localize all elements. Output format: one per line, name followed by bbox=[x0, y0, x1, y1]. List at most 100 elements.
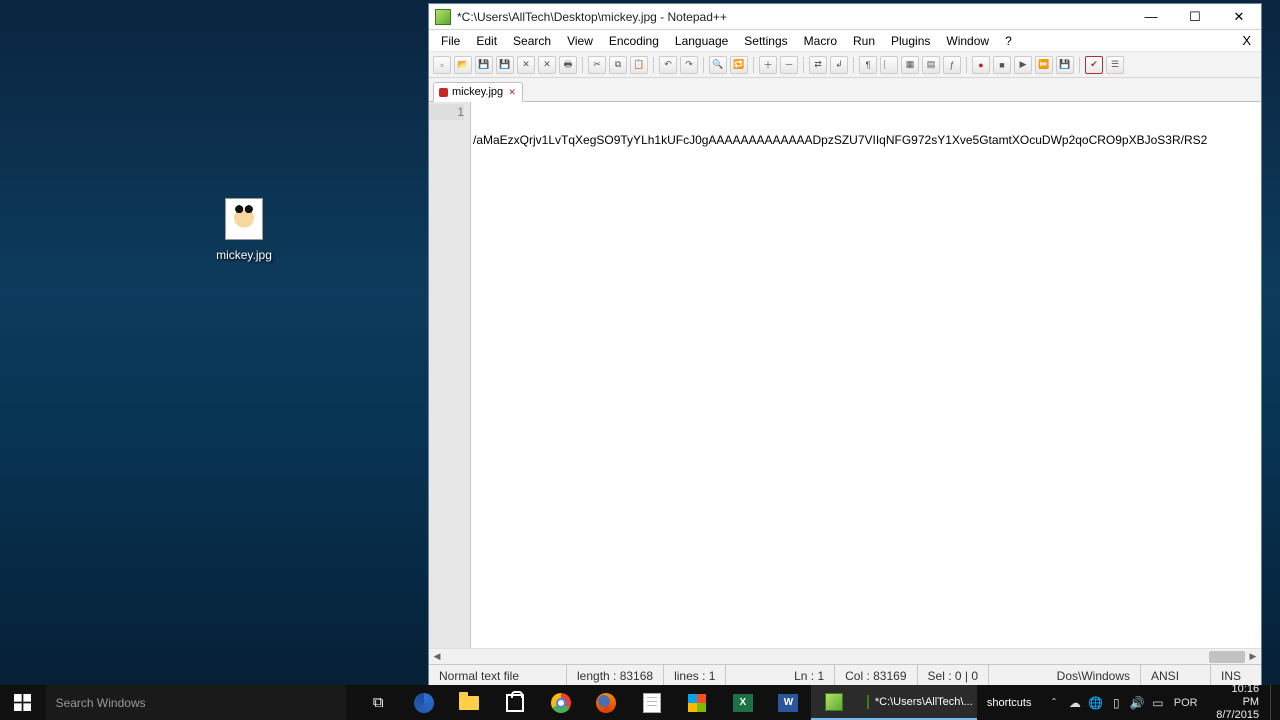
spellcheck-icon[interactable]: ✔ bbox=[1085, 56, 1103, 74]
save-icon[interactable]: 💾 bbox=[475, 56, 493, 74]
store-icon bbox=[506, 694, 524, 712]
line-number-gutter: 1 bbox=[429, 102, 471, 648]
function-list-icon[interactable]: ƒ bbox=[943, 56, 961, 74]
tray-clock[interactable]: 10:16 PM 8/7/2015 bbox=[1205, 683, 1267, 720]
open-file-icon[interactable]: 📂 bbox=[454, 56, 472, 74]
taskbar-word[interactable]: W bbox=[766, 685, 812, 720]
taskbar-edge[interactable] bbox=[401, 685, 447, 720]
edge-icon bbox=[414, 693, 434, 713]
menu-run[interactable]: Run bbox=[845, 32, 883, 50]
tray-battery-icon[interactable]: ▯ bbox=[1107, 685, 1125, 720]
new-file-icon[interactable]: ▫ bbox=[433, 56, 451, 74]
tabbar: mickey.jpg ✕ bbox=[429, 78, 1261, 102]
close-file-icon[interactable]: ✕ bbox=[517, 56, 535, 74]
indent-guide-icon[interactable]: ⎸ bbox=[880, 56, 898, 74]
tray-action-center-icon[interactable]: ▭ bbox=[1149, 685, 1167, 720]
record-macro-icon[interactable]: ● bbox=[972, 56, 990, 74]
tray-network-icon[interactable]: 🌐 bbox=[1087, 685, 1105, 720]
tab-close-icon[interactable]: ✕ bbox=[507, 87, 517, 97]
task-view-button[interactable]: ⧉ bbox=[355, 685, 401, 720]
tray-chevron-up-icon[interactable]: ˆ bbox=[1045, 685, 1063, 720]
replace-icon[interactable]: 🔁 bbox=[730, 56, 748, 74]
menu-plugins[interactable]: Plugins bbox=[883, 32, 938, 50]
tray-date: 8/7/2015 bbox=[1213, 709, 1259, 720]
tray-language[interactable]: POR bbox=[1170, 685, 1202, 720]
minimize-button[interactable]: — bbox=[1129, 4, 1173, 29]
horizontal-scrollbar[interactable]: ◀ ▶ bbox=[429, 648, 1261, 664]
taskbar-window-title: *C:\Users\AllTech\... bbox=[875, 696, 973, 708]
scroll-right-icon[interactable]: ▶ bbox=[1245, 649, 1261, 665]
find-icon[interactable]: 🔍 bbox=[709, 56, 727, 74]
print-icon[interactable]: 🖶 bbox=[559, 56, 577, 74]
taskbar-excel[interactable]: X bbox=[720, 685, 766, 720]
scroll-thumb[interactable] bbox=[1209, 651, 1245, 663]
menu-help[interactable]: ? bbox=[997, 32, 1020, 50]
menu-file[interactable]: File bbox=[433, 32, 468, 50]
play-multi-icon[interactable]: ⏩ bbox=[1035, 56, 1053, 74]
stop-macro-icon[interactable]: ■ bbox=[993, 56, 1011, 74]
save-all-icon[interactable]: 💾 bbox=[496, 56, 514, 74]
folder-icon bbox=[459, 696, 479, 710]
text-editor[interactable]: /aMaEzxQrjv1LvTqXegSO9TyYLh1kUFcJ0gAAAAA… bbox=[471, 102, 1261, 648]
menu-view[interactable]: View bbox=[559, 32, 601, 50]
tab-mickey-jpg[interactable]: mickey.jpg ✕ bbox=[433, 82, 523, 102]
close-document-button[interactable]: X bbox=[1236, 33, 1257, 48]
menu-macro[interactable]: Macro bbox=[796, 32, 845, 50]
toolbar-separator bbox=[703, 57, 704, 73]
taskbar-store[interactable] bbox=[492, 685, 538, 720]
show-all-chars-icon[interactable]: ¶ bbox=[859, 56, 877, 74]
menu-window[interactable]: Window bbox=[938, 32, 997, 50]
status-col: Col : 83169 bbox=[835, 665, 917, 686]
toolbar-separator bbox=[853, 57, 854, 73]
taskbar-notepadpp-pinned[interactable] bbox=[811, 685, 857, 720]
tray-onedrive-icon[interactable]: ☁ bbox=[1066, 685, 1084, 720]
zoom-in-icon[interactable]: ＋ bbox=[759, 56, 777, 74]
close-button[interactable]: ✕ bbox=[1217, 4, 1261, 29]
desktop-file-icon[interactable]: mickey.jpg bbox=[205, 198, 283, 262]
taskbar-notepadpp-window[interactable]: *C:\Users\AllTech\... bbox=[857, 685, 977, 720]
menu-search[interactable]: Search bbox=[505, 32, 559, 50]
cut-icon[interactable]: ✂ bbox=[588, 56, 606, 74]
titlebar[interactable]: *C:\Users\AllTech\Desktop\mickey.jpg - N… bbox=[429, 4, 1261, 30]
word-icon: W bbox=[778, 694, 798, 712]
menu-edit[interactable]: Edit bbox=[468, 32, 505, 50]
taskbar-shortcuts[interactable]: shortcuts bbox=[977, 685, 1041, 720]
close-all-icon[interactable]: ✕ bbox=[538, 56, 556, 74]
taskbar-chrome[interactable] bbox=[538, 685, 584, 720]
sync-scroll-icon[interactable]: ⇄ bbox=[809, 56, 827, 74]
menu-encoding[interactable]: Encoding bbox=[601, 32, 667, 50]
taskbar-app-grid[interactable] bbox=[675, 685, 721, 720]
statusbar: Normal text file length : 83168 lines : … bbox=[429, 664, 1261, 686]
show-desktop-button[interactable] bbox=[1270, 685, 1276, 720]
taskbar-explorer[interactable] bbox=[447, 685, 493, 720]
undo-icon[interactable]: ↶ bbox=[659, 56, 677, 74]
folder-as-workspace-icon[interactable]: ▦ bbox=[901, 56, 919, 74]
toolbar-separator bbox=[1079, 57, 1080, 73]
doc-map-icon[interactable]: ▤ bbox=[922, 56, 940, 74]
toolbar: ▫ 📂 💾 💾 ✕ ✕ 🖶 ✂ ⧉ 📋 ↶ ↷ 🔍 🔁 ＋ － ⇄ ↲ ¶ ⎸ … bbox=[429, 52, 1261, 78]
scroll-track[interactable] bbox=[445, 649, 1245, 664]
maximize-button[interactable]: ☐ bbox=[1173, 4, 1217, 29]
search-input[interactable]: Search Windows bbox=[46, 685, 346, 720]
save-macro-icon[interactable]: 💾 bbox=[1056, 56, 1074, 74]
menu-language[interactable]: Language bbox=[667, 32, 736, 50]
taskbar-shortcuts-label: shortcuts bbox=[987, 697, 1032, 709]
toolbar-extra-icon[interactable]: ☰ bbox=[1106, 56, 1124, 74]
wrap-icon[interactable]: ↲ bbox=[830, 56, 848, 74]
taskbar: Search Windows ⧉ X W *C:\Users\AllTech\.… bbox=[0, 685, 1280, 720]
zoom-out-icon[interactable]: － bbox=[780, 56, 798, 74]
redo-icon[interactable]: ↷ bbox=[680, 56, 698, 74]
notepadpp-app-icon bbox=[435, 9, 451, 25]
taskbar-firefox[interactable] bbox=[583, 685, 629, 720]
copy-icon[interactable]: ⧉ bbox=[609, 56, 627, 74]
system-tray: ˆ ☁ 🌐 ▯ 🔊 ▭ POR 10:16 PM 8/7/2015 bbox=[1041, 685, 1280, 720]
menu-settings[interactable]: Settings bbox=[736, 32, 795, 50]
start-button[interactable] bbox=[0, 685, 46, 720]
play-macro-icon[interactable]: ▶ bbox=[1014, 56, 1032, 74]
paste-icon[interactable]: 📋 bbox=[630, 56, 648, 74]
status-lines: lines : 1 bbox=[664, 665, 726, 686]
scroll-left-icon[interactable]: ◀ bbox=[429, 649, 445, 665]
taskbar-app-sheet[interactable] bbox=[629, 685, 675, 720]
tray-time: 10:16 PM bbox=[1213, 683, 1259, 709]
tray-volume-icon[interactable]: 🔊 bbox=[1128, 685, 1146, 720]
